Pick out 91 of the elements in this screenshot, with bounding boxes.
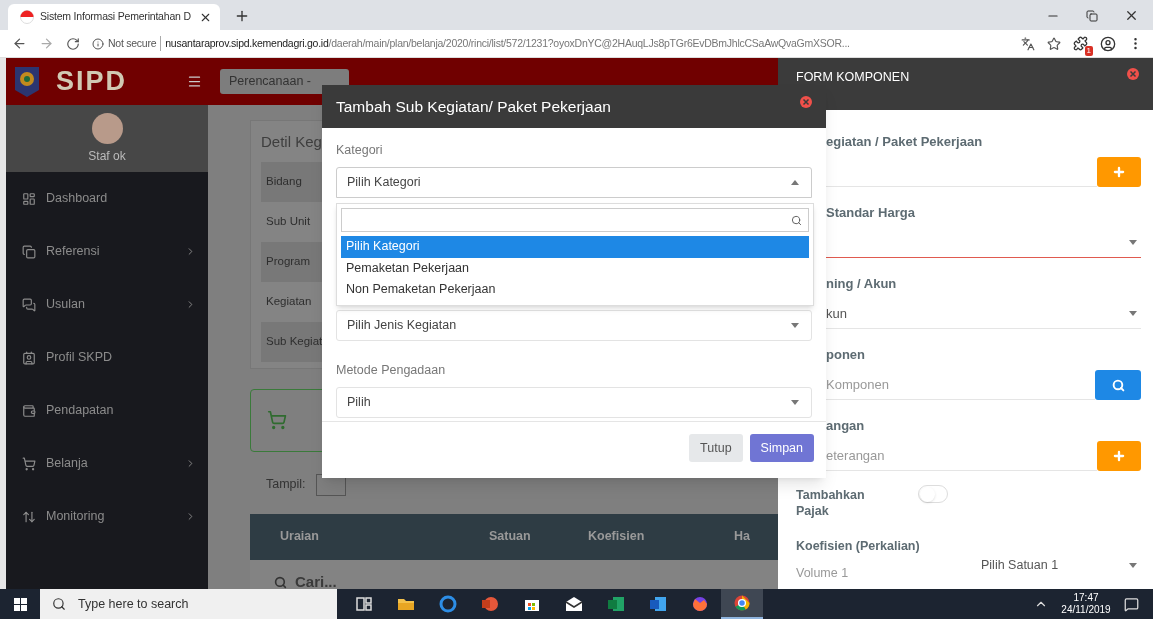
cart-icon xyxy=(267,410,287,430)
close-icon[interactable] xyxy=(1124,8,1139,23)
clock[interactable]: 17:47 24/11/2019 xyxy=(1058,592,1114,616)
wallet-icon xyxy=(22,403,36,418)
dropdown-option[interactable]: Pemaketan Pekerjaan xyxy=(341,257,809,279)
dropdown-option[interactable]: Pilih Kategori xyxy=(341,236,809,258)
unit-select[interactable]: Pilih Satuan 1 xyxy=(981,555,1141,575)
back-icon[interactable] xyxy=(12,36,27,51)
tax-toggle[interactable] xyxy=(918,485,948,503)
caret-icon xyxy=(791,322,799,328)
field-label: egiatan / Paket Pekerjaan xyxy=(826,133,984,151)
translate-icon[interactable] xyxy=(1021,36,1035,51)
coefficient-label: Koefisien (Perkalian) xyxy=(795,538,921,555)
avatar xyxy=(91,112,123,144)
field-label: Kategori xyxy=(336,142,384,159)
flag-icon xyxy=(20,10,34,24)
row-label: Bidang xyxy=(266,173,302,189)
row-label: Sub Kegiat xyxy=(266,333,323,349)
caret-icon xyxy=(791,399,799,405)
search-icon xyxy=(1111,378,1125,392)
restore-icon[interactable] xyxy=(1086,9,1098,22)
user-name: Staf ok xyxy=(88,147,126,165)
panel-title: FORM KOMPONEN xyxy=(796,69,910,86)
card-title: Detil Keg xyxy=(261,132,322,152)
dropdown-option[interactable]: Non Pemaketan Pekerjaan xyxy=(341,279,809,301)
select-field[interactable]: Pilih Kategori xyxy=(336,166,812,198)
sidebar-item[interactable]: Dashboard xyxy=(6,172,208,225)
table-search-field[interactable]: Cari... xyxy=(295,571,496,589)
sidebar-item[interactable]: Usulan xyxy=(6,278,208,331)
contact-card-icon xyxy=(22,350,36,365)
search-icon xyxy=(791,214,802,226)
select-field[interactable]: Pilih Jenis Kegiatan xyxy=(336,309,812,341)
caret-icon xyxy=(1129,240,1137,245)
address-bar[interactable]: Not secure nusantaraprov.sipd.kemendagri.go.id/daerah/main/plan/belanja/2020/rinci/list/572/1231?oyoxDnYC@2HAuqLJs8pTGr6EvDBmJhlcCSaAwQvaGmXSOR... xyxy=(92,35,1009,52)
taskbar-search[interactable]: Type here to search xyxy=(40,589,337,619)
sidebar-item[interactable]: Pendapatan xyxy=(6,384,208,437)
tax-label: Tambahkan Pajak xyxy=(796,487,866,519)
new-tab-icon[interactable] xyxy=(234,8,250,24)
emblem-icon xyxy=(14,65,40,98)
row-label: Program xyxy=(266,253,311,269)
profile-icon[interactable] xyxy=(1100,35,1116,52)
tab-title: Sistem Informasi Pemerintahan D xyxy=(40,9,192,25)
caret-icon xyxy=(791,179,799,185)
notification-badge: 1 xyxy=(1084,46,1093,56)
wheel-icon[interactable] xyxy=(721,589,763,619)
copy-icon xyxy=(22,244,36,259)
notification-icon[interactable] xyxy=(1124,596,1139,612)
url-text: nusantaraprov.sipd.kemendagri.go.id/daerah/main/plan/belanja/2020/rinci/list/572/1231?oyoxDnYC@2HAuqLJs8pTGr6EvDBmJhlcCSaAwQvaGmXSOR... xyxy=(165,35,850,51)
sidebar-item[interactable]: Profil SKPD xyxy=(6,331,208,384)
sidebar-item[interactable]: Belanja xyxy=(6,437,208,490)
show-label: Tampil: xyxy=(266,476,306,494)
select-field[interactable]: Pilih xyxy=(336,386,812,418)
search-button[interactable] xyxy=(1095,370,1141,400)
modal-title: Tambah Sub Kegiatan/ Paket Pekerjaan xyxy=(336,96,611,117)
app-logo: SIPD xyxy=(56,65,128,99)
dashboard-icon xyxy=(22,191,36,206)
search-icon xyxy=(52,597,66,611)
info-icon xyxy=(92,37,104,50)
field-label: ponen xyxy=(826,346,866,364)
field-label: ning / Akun xyxy=(826,275,898,293)
browser-tab[interactable]: Sistem Informasi Pemerintahan D xyxy=(8,4,220,30)
row-label: Sub Unit xyxy=(266,213,311,229)
plus-icon xyxy=(1112,449,1126,463)
row-label: Kegiatan xyxy=(266,293,312,309)
field-label: angan xyxy=(826,417,866,435)
search-icon xyxy=(274,576,287,589)
security-label: Not secure xyxy=(108,35,162,52)
field-label: Standar Harga xyxy=(826,204,916,222)
column-header: Koefisien xyxy=(588,528,646,546)
arrows-icon xyxy=(22,509,36,524)
star-icon[interactable] xyxy=(1047,36,1061,51)
sidebar-item[interactable]: Referensi xyxy=(6,225,208,278)
caret-icon xyxy=(1129,562,1137,568)
select-field[interactable]: kun xyxy=(826,299,1141,329)
menu-icon[interactable] xyxy=(187,74,202,89)
reload-icon[interactable] xyxy=(66,36,80,51)
column-header: Uraian xyxy=(280,528,320,546)
column-header: Ha xyxy=(734,528,750,546)
extension-icon[interactable] xyxy=(1073,36,1088,51)
chat-icon xyxy=(22,297,36,312)
caret-icon xyxy=(1129,311,1137,316)
plus-icon xyxy=(1112,165,1126,179)
field-label: Metode Pengadaan xyxy=(336,361,447,379)
sidebar-item[interactable]: Monitoring xyxy=(6,490,208,543)
column-header: Satuan xyxy=(489,528,532,546)
save-button[interactable]: Simpan xyxy=(749,434,814,462)
close-button[interactable]: Tutup xyxy=(689,434,743,462)
volume-field[interactable]: Volume 1 xyxy=(796,563,981,583)
dropdown-search-field[interactable] xyxy=(341,208,809,232)
windows-icon xyxy=(13,597,27,611)
cart-icon xyxy=(22,456,36,471)
